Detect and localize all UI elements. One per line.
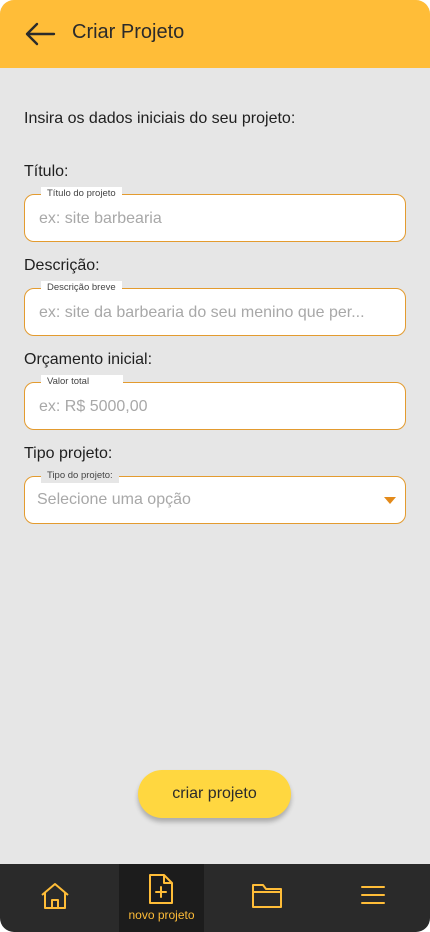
- budget-field[interactable]: Valor total: [24, 375, 406, 430]
- project-type-select[interactable]: Tipo do projeto: Selecione uma opção: [24, 469, 406, 524]
- description-field[interactable]: Descrição breve: [24, 281, 406, 336]
- header-bar: Criar Projeto: [0, 0, 430, 68]
- type-field-legend: Tipo do projeto:: [41, 469, 119, 483]
- back-button[interactable]: [24, 20, 56, 48]
- new-file-icon: [149, 874, 173, 904]
- home-icon: [41, 883, 69, 909]
- description-field-legend: Descrição breve: [41, 281, 122, 295]
- nav-item-home[interactable]: [18, 864, 92, 932]
- bottom-nav: novo projeto: [0, 864, 430, 932]
- app-screen: Criar Projeto Insira os dados iniciais d…: [0, 0, 430, 932]
- create-project-button[interactable]: criar projeto: [138, 770, 291, 818]
- page-title: Criar Projeto: [72, 21, 185, 43]
- nav-item-menu[interactable]: [340, 864, 406, 932]
- title-field-label: Título:: [24, 163, 69, 180]
- type-field-label: Tipo projeto:: [24, 445, 113, 462]
- nav-item-new-project-label: novo projeto: [128, 908, 195, 922]
- menu-icon: [361, 886, 385, 904]
- select-value: Selecione uma opção: [37, 491, 191, 508]
- title-field[interactable]: Título do projeto: [24, 187, 406, 242]
- arrow-left-icon: [25, 22, 56, 46]
- budget-field-legend: Valor total: [41, 375, 124, 389]
- form-intro-text: Insira os dados iniciais do seu projeto:: [24, 110, 296, 127]
- nav-item-folders[interactable]: [232, 864, 302, 932]
- nav-item-new-project[interactable]: novo projeto: [119, 864, 204, 932]
- folder-icon: [252, 884, 282, 908]
- title-input[interactable]: [37, 205, 381, 233]
- budget-field-label: Orçamento inicial:: [24, 351, 153, 368]
- description-field-label: Descrição:: [24, 257, 100, 274]
- title-field-legend: Título do projeto: [41, 187, 122, 201]
- chevron-down-icon[interactable]: [384, 497, 396, 504]
- description-input[interactable]: [37, 299, 381, 327]
- budget-input[interactable]: [37, 393, 381, 421]
